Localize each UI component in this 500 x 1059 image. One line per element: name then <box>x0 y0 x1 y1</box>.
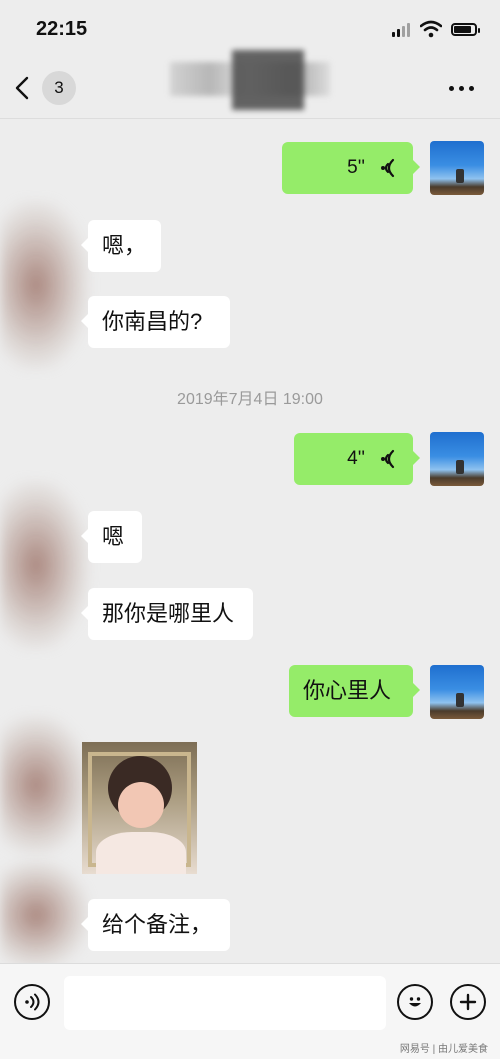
girl-covering-face-sticker[interactable] <box>82 742 197 874</box>
plus-icon <box>459 993 477 1011</box>
voice-wave-icon <box>381 158 395 178</box>
text-message-bubble[interactable]: 给个备注， <box>81 899 230 951</box>
add-button[interactable] <box>450 984 486 1020</box>
text-message-bubble[interactable]: 你心里人 <box>289 665 420 717</box>
self-avatar[interactable] <box>430 665 484 719</box>
voice-duration: 5'' <box>347 157 365 178</box>
message-input[interactable] <box>64 976 386 1030</box>
text-message-bubble[interactable]: 嗯 <box>81 511 142 563</box>
voice-mode-icon <box>25 993 40 1011</box>
status-time: 22:15 <box>36 18 88 40</box>
contact-avatar-redacted[interactable] <box>0 715 90 855</box>
battery-icon <box>451 23 480 36</box>
voice-message-bubble[interactable]: 4'' <box>294 433 420 485</box>
voice-duration: 4'' <box>347 448 365 469</box>
contact-avatar-redacted[interactable] <box>0 860 90 970</box>
text-message-bubble[interactable]: 那你是哪里人 <box>81 588 253 640</box>
voice-mode-button[interactable] <box>14 984 50 1020</box>
watermark: 网易号 | 由儿爱美食 <box>399 1044 488 1055</box>
text-message-bubble[interactable]: 你南昌的? <box>81 296 230 348</box>
self-avatar[interactable] <box>430 141 484 195</box>
nav-divider <box>0 118 500 119</box>
contact-avatar-redacted[interactable] <box>0 480 90 650</box>
text-message-bubble[interactable]: 嗯， <box>81 220 161 272</box>
time-divider: 2019年7月4日 19:00 <box>177 391 323 408</box>
unread-count-badge: 3 <box>42 71 76 105</box>
contact-name-redacted <box>170 48 330 114</box>
more-options-button[interactable] <box>440 76 484 100</box>
chevron-left-icon <box>15 76 29 100</box>
emoji-icon <box>409 997 421 1007</box>
emoji-button[interactable] <box>397 984 433 1020</box>
voice-wave-icon <box>381 449 395 469</box>
back-button[interactable]: 3 <box>14 70 76 106</box>
signal-icon <box>392 23 412 37</box>
input-bar: 网易号 | 由儿爱美食 <box>0 963 500 1059</box>
self-avatar[interactable] <box>430 432 484 486</box>
contact-avatar-redacted[interactable] <box>0 200 90 370</box>
voice-message-bubble[interactable]: 5'' <box>282 142 420 194</box>
wifi-icon <box>420 20 442 38</box>
